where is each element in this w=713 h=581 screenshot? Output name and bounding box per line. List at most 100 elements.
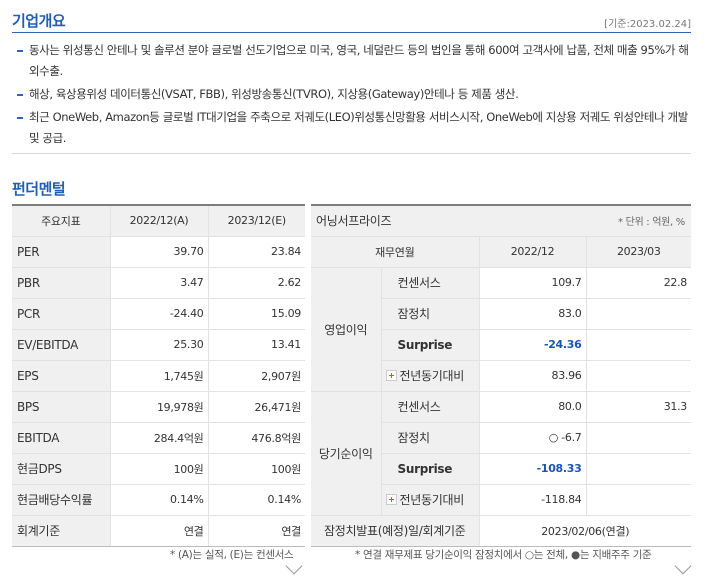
- overview-divider: [12, 32, 691, 33]
- value-2023-03: [585, 453, 691, 485]
- value-actual: 25.30: [109, 329, 208, 361]
- group-net-income: 당기순이익: [311, 391, 382, 516]
- value-actual: 3.47: [109, 267, 208, 299]
- plus-icon[interactable]: [385, 494, 397, 505]
- row-label: 현금배당수익률: [12, 484, 110, 516]
- unit-note: * 단위 : 억원, %: [479, 205, 691, 237]
- value-2022-12: ○ -6.7: [478, 422, 586, 454]
- table-row: EV/EBITDA 25.30 13.41: [12, 329, 305, 361]
- overview-item: 최근 OneWeb, Amazon등 글로벌 IT대기업을 주축으로 저궤도(L…: [12, 107, 692, 149]
- value-2023-03: [585, 329, 691, 361]
- chevron-down-icon[interactable]: [674, 557, 692, 575]
- overview-title: 기업개요: [12, 12, 66, 30]
- fundamental-note: * (A)는 실적, (E)는 컨센서스: [170, 549, 294, 561]
- row-label-expandable: 전년동기대비: [381, 360, 479, 392]
- row-label: 전년동기대비: [399, 493, 465, 507]
- value-actual: 연결: [109, 515, 208, 547]
- value-actual: 1,745원: [109, 360, 208, 392]
- value-estimate: 23.84: [207, 236, 305, 268]
- header-indicator: 주요지표: [12, 205, 110, 237]
- value-2022-12: -24.36: [478, 329, 586, 361]
- row-label: Surprise: [381, 453, 479, 485]
- earnings-note: * 연결 재무제표 당기순이익 잠정치에서 ○는 전체, ●는 지배주주 기준: [355, 549, 652, 561]
- header-2023-03: 2023/03: [585, 236, 691, 268]
- row-label: PBR: [12, 267, 110, 299]
- value-actual: 284.4억원: [109, 422, 208, 454]
- row-label: 잠정치: [381, 422, 479, 454]
- table-row: EPS 1,745원 2,907원: [12, 360, 305, 392]
- overview-list: 동사는 위성통신 안테나 및 솔루션 분야 글로벌 선도기업으로 미국, 영국,…: [12, 40, 692, 151]
- header-period: 재무연월: [311, 236, 479, 268]
- row-label: 현금DPS: [12, 453, 110, 485]
- value-actual: 19,978원: [109, 391, 208, 423]
- row-label: 컨센서스: [381, 391, 479, 423]
- group-operating-profit: 영업이익: [311, 267, 382, 392]
- row-label: 전년동기대비: [399, 369, 465, 383]
- table-row: PCR -24.40 15.09: [12, 298, 305, 330]
- fundamental-header-row: 주요지표 2022/12(A) 2023/12(E): [12, 205, 305, 237]
- earnings-title: 어닝서프라이즈: [311, 205, 479, 237]
- value-2022-12: -108.33: [478, 453, 586, 485]
- table-row: 현금배당수익률 0.14% 0.14%: [12, 484, 305, 516]
- earnings-header-row: 재무연월 2022/12 2023/03: [311, 236, 691, 268]
- value-2022-12: 109.7: [478, 267, 586, 299]
- row-label: 잠정치: [381, 298, 479, 330]
- earnings-caption-row: 어닝서프라이즈 * 단위 : 억원, %: [311, 205, 691, 237]
- value-2022-12: 83.96: [478, 360, 586, 392]
- value-estimate: 476.8억원: [207, 422, 305, 454]
- value-actual: 39.70: [109, 236, 208, 268]
- row-label-expandable: 전년동기대비: [381, 484, 479, 516]
- header-2023: 2023/12(E): [207, 205, 305, 237]
- table-row: 잠정치발표(예정)일/회계기준 2023/02/06(연결): [311, 515, 691, 547]
- value-2023-03: 31.3: [585, 391, 691, 423]
- earnings-surprise-table: 어닝서프라이즈 * 단위 : 억원, % 재무연월 2022/12 2023/0…: [311, 204, 691, 547]
- value-estimate: 26,471원: [207, 391, 305, 423]
- row-label: EPS: [12, 360, 110, 392]
- row-label: EV/EBITDA: [12, 329, 110, 361]
- fundamental-title: 펀더멘털: [12, 180, 66, 198]
- row-label: 회계기준: [12, 515, 110, 547]
- release-date-value: 2023/02/06(연결): [478, 515, 691, 547]
- fundamental-table: 주요지표 2022/12(A) 2023/12(E) PER 39.70 23.84…: [12, 204, 305, 547]
- value-estimate: 100원: [207, 453, 305, 485]
- table-row: PER 39.70 23.84: [12, 236, 305, 268]
- release-date-label: 잠정치발표(예정)일/회계기준: [311, 515, 480, 547]
- value-estimate: 연결: [207, 515, 305, 547]
- value-2023-03: [585, 484, 691, 516]
- table-row: 현금DPS 100원 100원: [12, 453, 305, 485]
- row-label: PCR: [12, 298, 110, 330]
- value-estimate: 13.41: [207, 329, 305, 361]
- value-2023-03: 22.8: [585, 267, 691, 299]
- row-label: BPS: [12, 391, 110, 423]
- row-label: EBITDA: [12, 422, 110, 454]
- value-estimate: 2,907원: [207, 360, 305, 392]
- value-2023-03: [585, 298, 691, 330]
- value-2022-12: -118.84: [478, 484, 586, 516]
- value-2023-03: [585, 360, 691, 392]
- value-estimate: 2.62: [207, 267, 305, 299]
- table-row: BPS 19,978원 26,471원: [12, 391, 305, 423]
- plus-icon[interactable]: [385, 370, 397, 381]
- value-2022-12: 80.0: [478, 391, 586, 423]
- row-label: Surprise: [381, 329, 479, 361]
- row-label: 컨센서스: [381, 267, 479, 299]
- row-label: PER: [12, 236, 110, 268]
- value-2022-12: 83.0: [478, 298, 586, 330]
- basis-date: [기준:2023.02.24]: [604, 19, 691, 30]
- table-row: 당기순이익 컨센서스 80.0 31.3: [311, 391, 691, 516]
- overview-item: 동사는 위성통신 안테나 및 솔루션 분야 글로벌 선도기업으로 미국, 영국,…: [12, 40, 692, 82]
- table-row: EBITDA 284.4억원 476.8억원: [12, 422, 305, 454]
- value-estimate: 0.14%: [207, 484, 305, 516]
- value-actual: 0.14%: [109, 484, 208, 516]
- header-2022: 2022/12(A): [109, 205, 208, 237]
- value-2023-03: [585, 422, 691, 454]
- table-row: 회계기준 연결 연결: [12, 515, 305, 547]
- value-actual: -24.40: [109, 298, 208, 330]
- value-estimate: 15.09: [207, 298, 305, 330]
- value-actual: 100원: [109, 453, 208, 485]
- table-row: PBR 3.47 2.62: [12, 267, 305, 299]
- table-row: 영업이익 컨센서스 109.7 22.8: [311, 267, 691, 392]
- overview-bottom-divider: [12, 153, 691, 154]
- header-2022-12: 2022/12: [478, 236, 586, 268]
- overview-item: 해상, 육상용위성 데이터통신(VSAT, FBB), 위성방송통신(TVRO)…: [12, 84, 692, 105]
